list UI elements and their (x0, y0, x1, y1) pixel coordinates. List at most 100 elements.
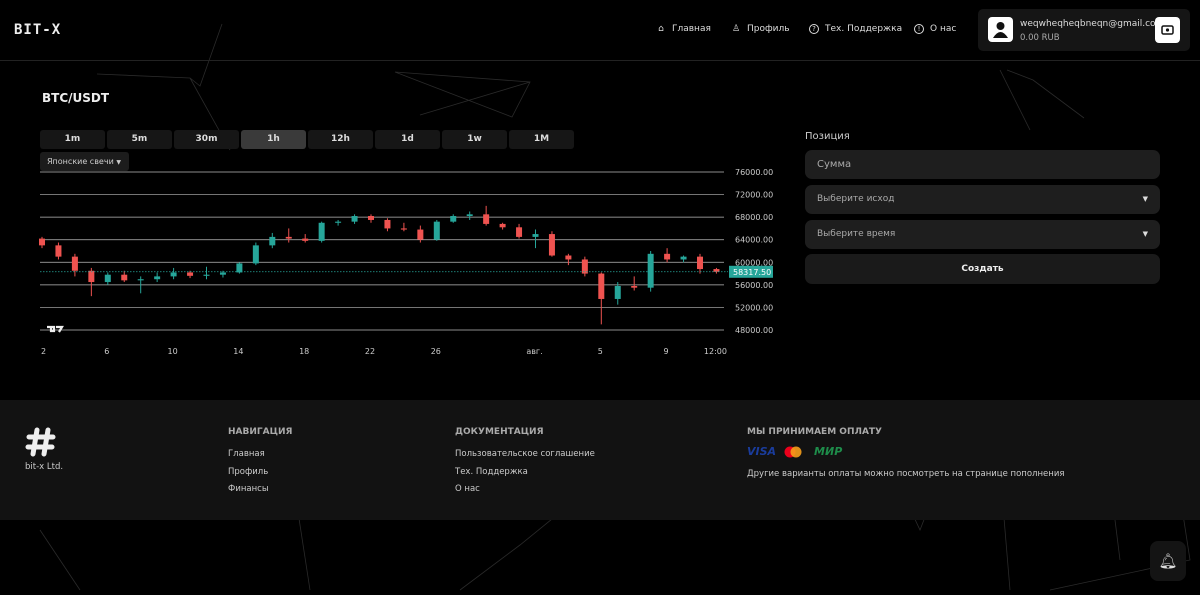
payment-note: Другие варианты оплаты можно посмотреть … (747, 469, 1065, 479)
candle (137, 279, 144, 281)
timeframe-1w[interactable]: 1w (442, 130, 507, 149)
candle (302, 238, 309, 241)
candle (55, 245, 62, 257)
candle (548, 234, 555, 256)
candle (335, 221, 342, 223)
timeframe-1m[interactable]: 1m (40, 130, 105, 149)
candle (187, 272, 194, 276)
price-chart[interactable]: 48000.0052000.0056000.0060000.0064000.00… (0, 161, 800, 361)
candle (285, 236, 292, 239)
candle (516, 227, 523, 237)
footer-link-about[interactable]: О нас (455, 484, 480, 494)
amount-input[interactable]: Сумма (805, 150, 1160, 179)
tradingview-logo-icon (47, 325, 64, 333)
notifications-button[interactable]: 🔔︎ (1150, 541, 1186, 581)
candle (219, 272, 226, 275)
timeframe-1h[interactable]: 1h (241, 130, 306, 149)
x-tick-label: 26 (431, 347, 441, 356)
candle (384, 219, 391, 229)
candle (88, 270, 95, 283)
candle (466, 214, 473, 217)
candle (351, 216, 358, 222)
candle (565, 255, 572, 260)
last-price-label: 58317.50 (733, 268, 771, 277)
candle (318, 222, 325, 241)
timeframe-1M[interactable]: 1M (509, 130, 574, 149)
footer-link-profile[interactable]: Профиль (228, 467, 268, 477)
y-tick-label: 72000.00 (735, 191, 773, 200)
candle (400, 228, 407, 230)
y-tick-label: 56000.00 (735, 281, 773, 290)
candle (499, 223, 506, 228)
home-icon: ⌂ (658, 24, 664, 34)
candle (483, 214, 490, 224)
account-panel[interactable]: weqwheqheqbneqn@gmail.com 0.00 RUB (978, 9, 1190, 51)
y-tick-label: 64000.00 (735, 236, 773, 245)
company-name: bit-x Ltd. (25, 462, 64, 472)
payment-heading: МЫ ПРИНИМАЕМ ОПЛАТУ (747, 427, 882, 437)
candle (252, 245, 259, 264)
candle (203, 274, 210, 276)
timeframe-30m[interactable]: 30m (174, 130, 239, 149)
candle (368, 216, 374, 220)
candle (450, 216, 457, 222)
create-button[interactable]: Создать (805, 254, 1160, 284)
timeframe-1d[interactable]: 1d (375, 130, 440, 149)
timeframe-12h[interactable]: 12h (308, 130, 373, 149)
candle (71, 256, 78, 271)
candle (532, 234, 539, 237)
payment-logos: VISA МИР (747, 445, 842, 458)
candle (631, 285, 638, 288)
wallet-icon (1161, 25, 1174, 35)
nav-profile[interactable]: ♙ Профиль (731, 24, 790, 34)
bell-icon: 🔔︎ (1158, 552, 1178, 570)
nav-about[interactable]: ! О нас (914, 24, 956, 34)
caret-down-icon: ▼ (1142, 195, 1148, 203)
candle (154, 276, 161, 280)
help-icon: ? (809, 24, 819, 34)
nav-label: Главная (672, 24, 711, 34)
y-tick-label: 52000.00 (735, 303, 773, 312)
caret-down-icon: ▼ (1142, 230, 1148, 238)
footer-link-agreement[interactable]: Пользовательское соглашение (455, 449, 595, 459)
footer-link-home[interactable]: Главная (228, 449, 265, 459)
account-balance: 0.00 RUB (1020, 33, 1060, 43)
nav-support[interactable]: ? Тех. Поддержка (809, 24, 902, 34)
header: BIT-X ⌂ Главная ♙ Профиль ? Тех. Поддержка … (0, 0, 1200, 61)
time-select[interactable]: Выберите время ▼ (805, 220, 1160, 249)
timeframe-5m[interactable]: 5m (107, 130, 172, 149)
y-tick-label: 68000.00 (735, 213, 773, 222)
candle (664, 253, 671, 260)
x-tick-label: 2 (41, 347, 46, 356)
candle (417, 229, 424, 240)
nav-home[interactable]: ⌂ Главная (656, 24, 711, 34)
x-tick-label: 10 (168, 347, 178, 356)
candle (647, 253, 654, 288)
nav-label: О нас (930, 24, 957, 34)
x-tick-label: 22 (365, 347, 375, 356)
x-tick-label: 6 (104, 347, 109, 356)
outcome-select[interactable]: Выберите исход ▼ (805, 185, 1160, 214)
candle (713, 269, 720, 272)
candle (269, 236, 276, 246)
footer-link-support[interactable]: Тех. Поддержка (455, 467, 528, 477)
wallet-button[interactable] (1155, 17, 1180, 43)
avatar[interactable] (988, 17, 1013, 42)
candle (433, 221, 440, 240)
info-icon: ! (914, 24, 924, 34)
mastercard-logo (784, 446, 802, 457)
x-tick-label: 9 (664, 347, 669, 356)
outcome-label: Выберите исход (817, 194, 895, 204)
logo[interactable]: BIT-X (14, 22, 61, 38)
account-email: weqwheqheqbneqn@gmail.com (1020, 19, 1165, 29)
x-tick-label: 14 (233, 347, 243, 356)
candle (104, 274, 111, 283)
user-icon (993, 22, 1008, 38)
y-tick-label: 48000.00 (735, 326, 773, 335)
mir-logo: МИР (814, 445, 843, 458)
footer: bit-x Ltd. НАВИГАЦИЯ Главная Профиль Фин… (0, 400, 1200, 520)
position-label: Позиция (805, 131, 850, 142)
nav-heading: НАВИГАЦИЯ (228, 427, 293, 437)
footer-link-finance[interactable]: Финансы (228, 484, 269, 494)
candle (680, 256, 687, 260)
